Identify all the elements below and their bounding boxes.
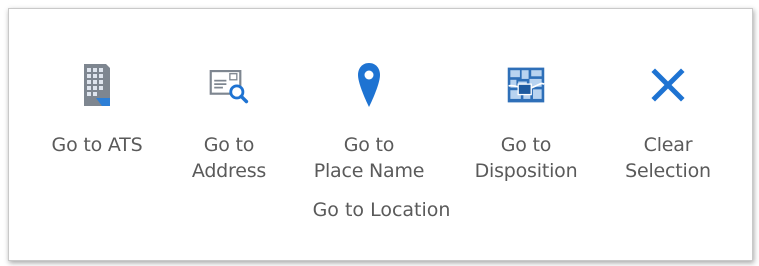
ribbon-panel: Go to ATS Go to Address Go to Place Name… (8, 8, 753, 261)
group-label-go-to-location: Go to Location (312, 199, 451, 221)
go-to-disposition-label: Go to Disposition (474, 134, 578, 182)
close-icon (648, 59, 688, 111)
map-pin-icon (349, 59, 389, 111)
ats-grid-icon (77, 59, 117, 111)
go-to-place-name-label: Go to Place Name (313, 134, 425, 182)
go-to-ats-label: Go to ATS (51, 134, 143, 156)
go-to-ats-button[interactable]: Go to ATS (45, 59, 149, 158)
go-to-place-name-button[interactable]: Go to Place Name (304, 59, 434, 184)
clear-selection-button[interactable]: Clear Selection (609, 59, 727, 184)
address-search-icon (209, 59, 249, 111)
clear-selection-label: Clear Selection (625, 134, 711, 182)
go-to-disposition-button[interactable]: Go to Disposition (461, 59, 591, 184)
go-to-address-button[interactable]: Go to Address (176, 59, 282, 184)
go-to-address-label: Go to Address (191, 134, 267, 182)
disposition-map-icon (506, 59, 546, 111)
